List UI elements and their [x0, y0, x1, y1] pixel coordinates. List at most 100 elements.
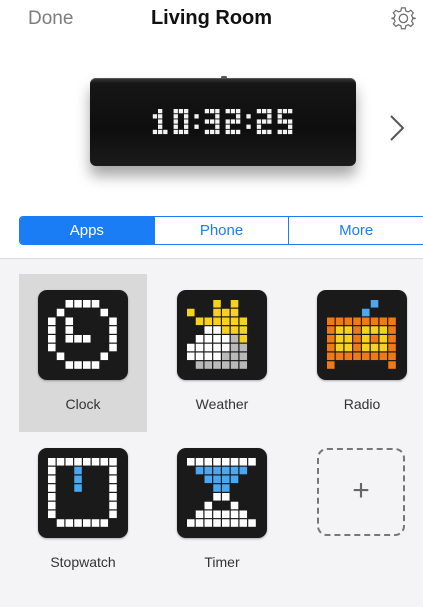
weather-icon-pixel — [213, 343, 221, 352]
timer-icon-pixel — [213, 458, 221, 466]
weather-icon-pixel — [195, 335, 204, 343]
display-pixel — [215, 129, 220, 135]
radio-icon-pixel — [327, 335, 335, 343]
display-pixel — [215, 119, 220, 124]
timer-icon-pixel — [248, 458, 256, 466]
timer-icon-pixel — [230, 458, 239, 466]
radio-icon-pixel — [379, 335, 388, 343]
radio-icon-pixel — [353, 335, 361, 343]
clock-icon-tile — [38, 290, 128, 380]
weather-icon-pixel — [239, 317, 248, 326]
display-pixel — [230, 109, 236, 114]
stopwatch-icon-pixel — [109, 466, 117, 475]
tab-more[interactable]: More — [289, 217, 423, 244]
display-pixel — [236, 129, 241, 135]
app-tile-radio[interactable]: Radio — [298, 274, 423, 432]
weather-icon — [187, 300, 248, 369]
display-pixel — [173, 129, 178, 135]
radio-icon-pixel — [362, 343, 370, 352]
chevron-right-icon[interactable] — [388, 114, 406, 142]
app-tile-weather[interactable]: Weather — [158, 274, 286, 432]
timer-icon-pixel — [222, 475, 230, 484]
device-preview — [0, 44, 423, 216]
radio-icon-pixel — [344, 335, 353, 343]
timer-icon-pixel — [204, 519, 213, 527]
display-pixel — [225, 109, 230, 114]
display-pixel — [210, 119, 215, 124]
app-tile-clock[interactable]: Clock — [19, 274, 147, 432]
timer-icon-pixel — [204, 458, 213, 466]
display-pixel — [178, 129, 184, 135]
timer-icon-pixel — [213, 519, 221, 527]
stopwatch-icon-pixel — [65, 458, 74, 466]
stopwatch-icon-pixel — [74, 519, 82, 527]
weather-icon-pixel — [195, 317, 204, 326]
display-pixel — [230, 119, 236, 124]
weather-icon-pixel — [222, 335, 230, 343]
timer-icon-pixel — [213, 466, 221, 475]
display-pixel — [277, 119, 282, 124]
add-app-button[interactable]: + — [298, 432, 423, 590]
app-label-timer: Timer — [204, 554, 240, 570]
radio-icon-pixel — [388, 317, 396, 326]
app-label-weather: Weather — [195, 396, 249, 412]
display-pixel — [277, 109, 282, 114]
display-pixel — [282, 129, 288, 135]
weather-icon-pixel — [239, 343, 248, 352]
tab-apps[interactable]: Apps — [20, 217, 155, 244]
display-pixel — [204, 119, 210, 124]
weather-icon-pixel — [195, 352, 204, 361]
clock-icon-pixel — [74, 300, 82, 308]
radio-icon-pixel — [370, 335, 379, 343]
radio-icon-pixel — [327, 317, 335, 326]
weather-icon-pixel — [204, 343, 213, 352]
display-pixel — [256, 119, 262, 124]
radio-icon-pixel — [370, 352, 379, 361]
clock-icon-pixel — [65, 335, 74, 343]
timer-icon-pixel — [195, 466, 204, 475]
app-label-clock: Clock — [65, 396, 101, 412]
timer-icon-pixel — [222, 510, 230, 519]
app-tile-timer[interactable]: Timer — [158, 432, 286, 590]
stopwatch-icon-pixel — [74, 484, 82, 492]
display-pixel — [256, 109, 262, 114]
weather-icon-pixel — [187, 343, 195, 352]
display-pixel — [225, 129, 230, 135]
weather-icon-pixel — [222, 343, 230, 352]
radio-icon-pixel — [370, 326, 379, 334]
timer-icon-tile — [177, 448, 267, 538]
timer-icon-pixel — [239, 458, 248, 466]
clock-icon-pixel — [109, 326, 117, 334]
clock-icon-pixel — [65, 317, 74, 326]
radio-icon-pixel — [327, 352, 335, 361]
radio-icon-pixel — [344, 352, 353, 361]
display-pixel — [282, 119, 288, 124]
tab-phone[interactable]: Phone — [155, 217, 290, 244]
display-pixel — [184, 114, 189, 119]
timer-icon-pixel — [187, 458, 195, 466]
display-pixel — [210, 109, 215, 114]
stopwatch-icon-pixel — [109, 510, 117, 519]
weather-icon-pixel — [230, 343, 239, 352]
stopwatch-icon-pixel — [100, 458, 109, 466]
timer-icon-pixel — [230, 510, 239, 519]
timer-icon-pixel — [213, 493, 221, 501]
display-pixel — [262, 109, 267, 114]
radio-icon-pixel — [388, 361, 396, 369]
weather-icon-pixel — [213, 300, 221, 308]
app-tile-stopwatch[interactable]: Stopwatch — [19, 432, 147, 590]
timer-icon — [187, 458, 256, 527]
radio-icon-pixel — [344, 326, 353, 334]
clock-icon-pixel — [83, 335, 91, 343]
weather-icon-pixel — [187, 308, 195, 317]
stopwatch-icon-pixel — [109, 458, 117, 466]
radio-icon-pixel — [362, 326, 370, 334]
display-pixel — [173, 109, 178, 114]
timer-icon-pixel — [230, 501, 239, 510]
weather-icon-pixel — [222, 308, 230, 317]
display-pixel — [215, 109, 220, 114]
radio-icon-pixel — [388, 352, 396, 361]
gear-icon[interactable] — [391, 6, 417, 32]
timer-icon-pixel — [213, 475, 221, 484]
radio-icon-pixel — [362, 352, 370, 361]
